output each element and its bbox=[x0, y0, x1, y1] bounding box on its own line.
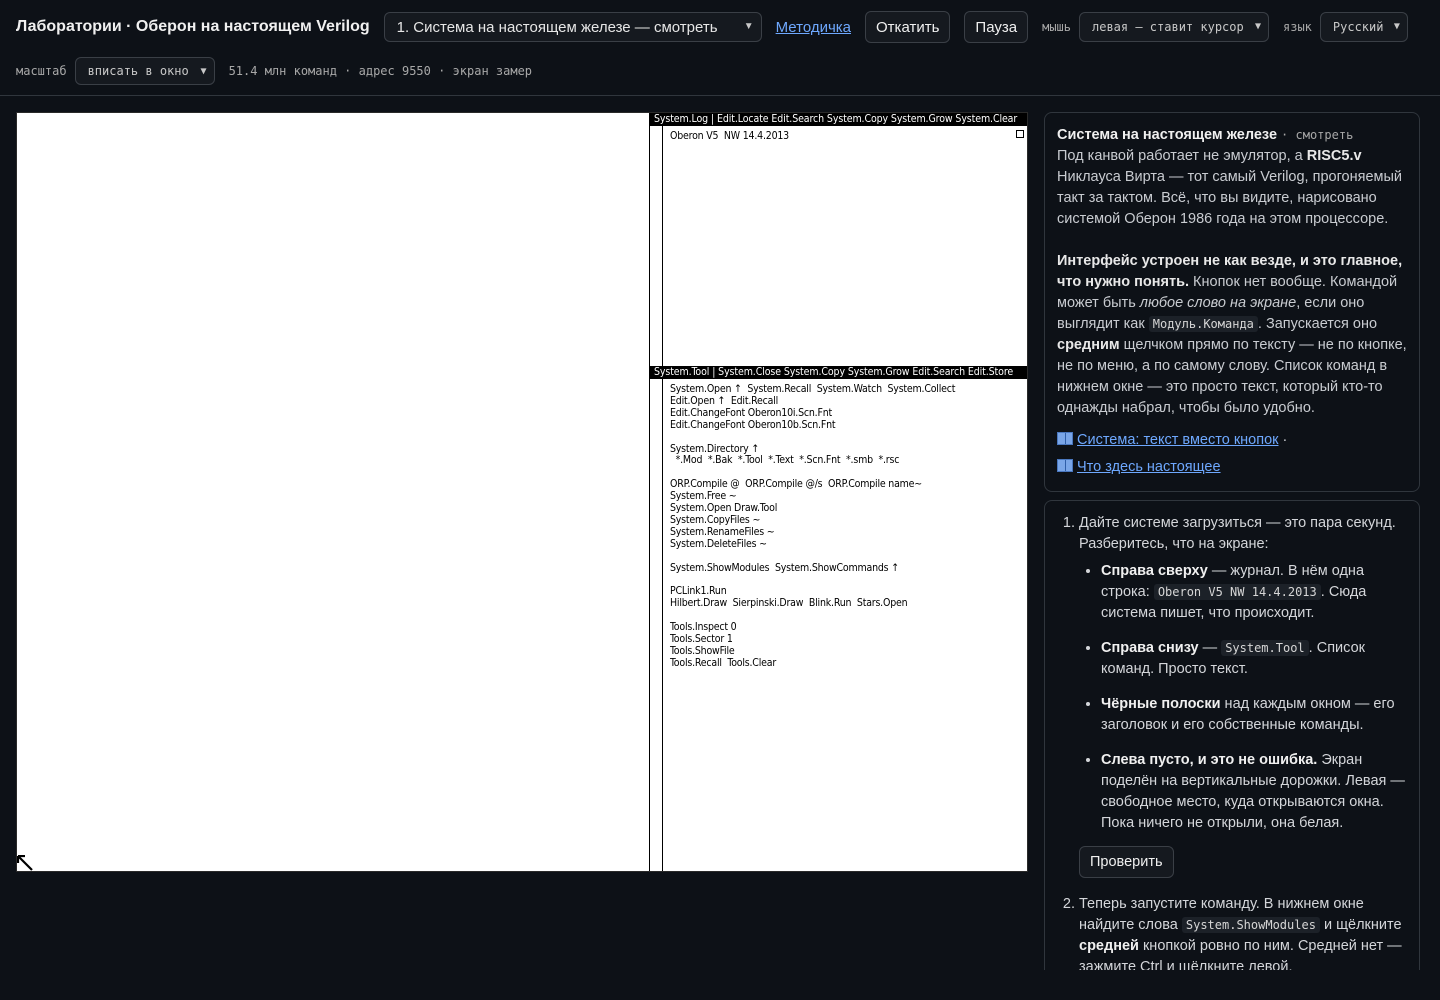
steps-list: Дайте системе загрузиться — это пара сек… bbox=[1059, 513, 1405, 970]
toolbar-row-main: Лаборатории · Оберон на настоящем Verilo… bbox=[16, 10, 1408, 44]
bullet-log-code: Oberon V5 NW 14.4.2013 bbox=[1153, 584, 1321, 600]
step-1-text: Дайте системе загрузиться — это пара сек… bbox=[1079, 515, 1396, 552]
bullet-tool-text: — bbox=[1198, 640, 1222, 656]
step-2-code: System.ShowModules bbox=[1181, 917, 1320, 933]
lesson-heading: Система на настоящем железе bbox=[1057, 127, 1278, 143]
intro-p2-em: любое слово на экране bbox=[1139, 295, 1297, 311]
log-text[interactable]: Oberon V5 NW 14.4.2013 bbox=[670, 130, 789, 143]
link-separator: · bbox=[1278, 432, 1288, 448]
book-icon bbox=[1057, 432, 1073, 445]
app-title: Лаборатории · Оберон на настоящем Verilo… bbox=[16, 18, 370, 35]
log-viewer-title-bar[interactable]: System.Log | Edit.Locate Edit.Search Sys… bbox=[650, 113, 1027, 126]
link-text-instead-of-buttons-label: Система: текст вместо кнопок bbox=[1077, 432, 1279, 448]
language-value: Русский bbox=[1332, 20, 1384, 34]
step-1: Дайте системе загрузиться — это пара сек… bbox=[1079, 513, 1405, 886]
tool-viewer-title-bar[interactable]: System.Tool | System.Close System.Copy S… bbox=[650, 366, 1027, 379]
bullet-log-bold: Справа сверху bbox=[1101, 563, 1208, 579]
bullet-tool-bold: Справа снизу bbox=[1101, 640, 1199, 656]
chevron-down-icon: ▼ bbox=[1393, 21, 1400, 32]
bullet-tool-code: System.Tool bbox=[1221, 640, 1309, 656]
intro-p2-code: Модуль.Команда bbox=[1148, 316, 1258, 332]
viewer-mark-icon bbox=[1016, 130, 1024, 138]
pause-button[interactable]: Пауза bbox=[964, 11, 1029, 43]
link-text-instead-of-buttons[interactable]: Система: текст вместо кнопок bbox=[1057, 432, 1279, 448]
tool-viewer[interactable]: System.Tool | System.Close System.Copy S… bbox=[650, 366, 1027, 871]
viewer-scroll-bar[interactable] bbox=[662, 126, 663, 366]
step-2-text-2: и щёлкните bbox=[1319, 917, 1402, 933]
top-bar: Лаборатории · Оберон на настоящем Verilo… bbox=[0, 0, 1440, 96]
chevron-down-icon: ▼ bbox=[200, 66, 207, 77]
language-label: язык bbox=[1283, 20, 1312, 34]
oberon-screen[interactable]: System.Log | Edit.Locate Edit.Search Sys… bbox=[16, 112, 1028, 872]
intro-p1-text-2: Никлауса Вирта — тот самый Verilog, прог… bbox=[1057, 169, 1403, 227]
oberon-arrow-cursor-icon bbox=[17, 855, 33, 871]
step-2-bold: средней bbox=[1079, 938, 1139, 954]
viewer-scroll-bar[interactable] bbox=[662, 379, 663, 871]
bullet-tool: Справа снизу — System.Tool. Список коман… bbox=[1101, 638, 1405, 680]
intro-p1-text: Под канвой работает не эмулятор, а bbox=[1057, 148, 1307, 164]
intro-links: Система: текст вместо кнопок · Что здесь… bbox=[1057, 427, 1407, 481]
intro-paragraph-2: Интерфейс устроен не как везде, и это гл… bbox=[1057, 251, 1407, 419]
tool-viewer-body[interactable]: System.Open ↑ System.Recall System.Watch… bbox=[650, 379, 1027, 871]
rollback-button[interactable]: Откатить bbox=[865, 11, 951, 43]
intro-p2-bold-2: средним bbox=[1057, 337, 1120, 353]
lesson-panel: Система на настоящем железе · смотреть П… bbox=[1044, 112, 1420, 970]
manual-link[interactable]: Методичка bbox=[776, 19, 851, 36]
step-1-bullets: Справа сверху — журнал. В нём одна строк… bbox=[1079, 561, 1405, 834]
log-viewer-body[interactable]: Oberon V5 NW 14.4.2013 bbox=[650, 126, 1027, 366]
lesson-intro-card: Система на настоящем железе · смотреть П… bbox=[1044, 112, 1420, 492]
lesson-select-value: 1. Система на настоящем железе — смотрет… bbox=[396, 18, 718, 36]
mouse-mode-value: левая — ставит курсор bbox=[1092, 20, 1244, 34]
intro-p1-risc5: RISC5.v bbox=[1306, 148, 1362, 164]
toolbar-row-status: масштаб вписать в окно ▼ 51.4 млн команд… bbox=[16, 56, 532, 86]
intro-paragraph-1: Под канвой работает не эмулятор, а RISC5… bbox=[1057, 146, 1407, 230]
bullet-log: Справа сверху — журнал. В нём одна строк… bbox=[1101, 561, 1405, 624]
language-select[interactable]: Русский ▼ bbox=[1319, 12, 1408, 42]
scale-label: масштаб bbox=[16, 64, 67, 78]
intro-heading-line: Система на настоящем железе · смотреть bbox=[1057, 125, 1407, 146]
book-icon bbox=[1057, 459, 1073, 472]
lesson-tag-text: смотреть bbox=[1295, 128, 1354, 142]
bullet-title-bars-bold: Чёрные полоски bbox=[1101, 696, 1221, 712]
intro-p2-text-3: . Запускается оно bbox=[1257, 316, 1378, 332]
bullet-left-empty: Слева пусто, и это не ошибка. Экран поде… bbox=[1101, 750, 1405, 834]
lesson-select[interactable]: 1. Система на настоящем железе — смотрет… bbox=[383, 12, 762, 42]
chevron-down-icon: ▼ bbox=[743, 21, 754, 32]
lesson-steps-card: Дайте системе загрузиться — это пара сек… bbox=[1044, 500, 1420, 970]
system-track[interactable]: System.Log | Edit.Locate Edit.Search Sys… bbox=[649, 113, 1027, 871]
check-button[interactable]: Проверить bbox=[1079, 846, 1174, 878]
mouse-label: мышь bbox=[1042, 20, 1071, 34]
scale-value: вписать в окно bbox=[87, 64, 189, 78]
log-viewer[interactable]: System.Log | Edit.Locate Edit.Search Sys… bbox=[650, 113, 1027, 366]
mouse-mode-select[interactable]: левая — ставит курсор ▼ bbox=[1079, 12, 1269, 42]
scale-select[interactable]: вписать в окно ▼ bbox=[74, 57, 215, 85]
step-2: Теперь запустите команду. В нижнем окне … bbox=[1079, 894, 1405, 970]
link-what-is-real[interactable]: Что здесь настоящее bbox=[1057, 459, 1221, 475]
link-what-is-real-label: Что здесь настоящее bbox=[1077, 459, 1221, 475]
status-readout: 51.4 млн команд · адрес 9550 · экран зам… bbox=[228, 64, 533, 78]
bullet-title-bars: Чёрные полоски над каждым окном — его за… bbox=[1101, 694, 1405, 736]
bullet-left-empty-bold: Слева пусто, и это не ошибка. bbox=[1101, 752, 1318, 768]
user-track[interactable] bbox=[17, 113, 649, 871]
tool-command-text[interactable]: System.Open ↑ System.Recall System.Watch… bbox=[670, 383, 955, 670]
chevron-down-icon: ▼ bbox=[1254, 21, 1261, 32]
lesson-tag: · смотреть bbox=[1281, 128, 1354, 142]
